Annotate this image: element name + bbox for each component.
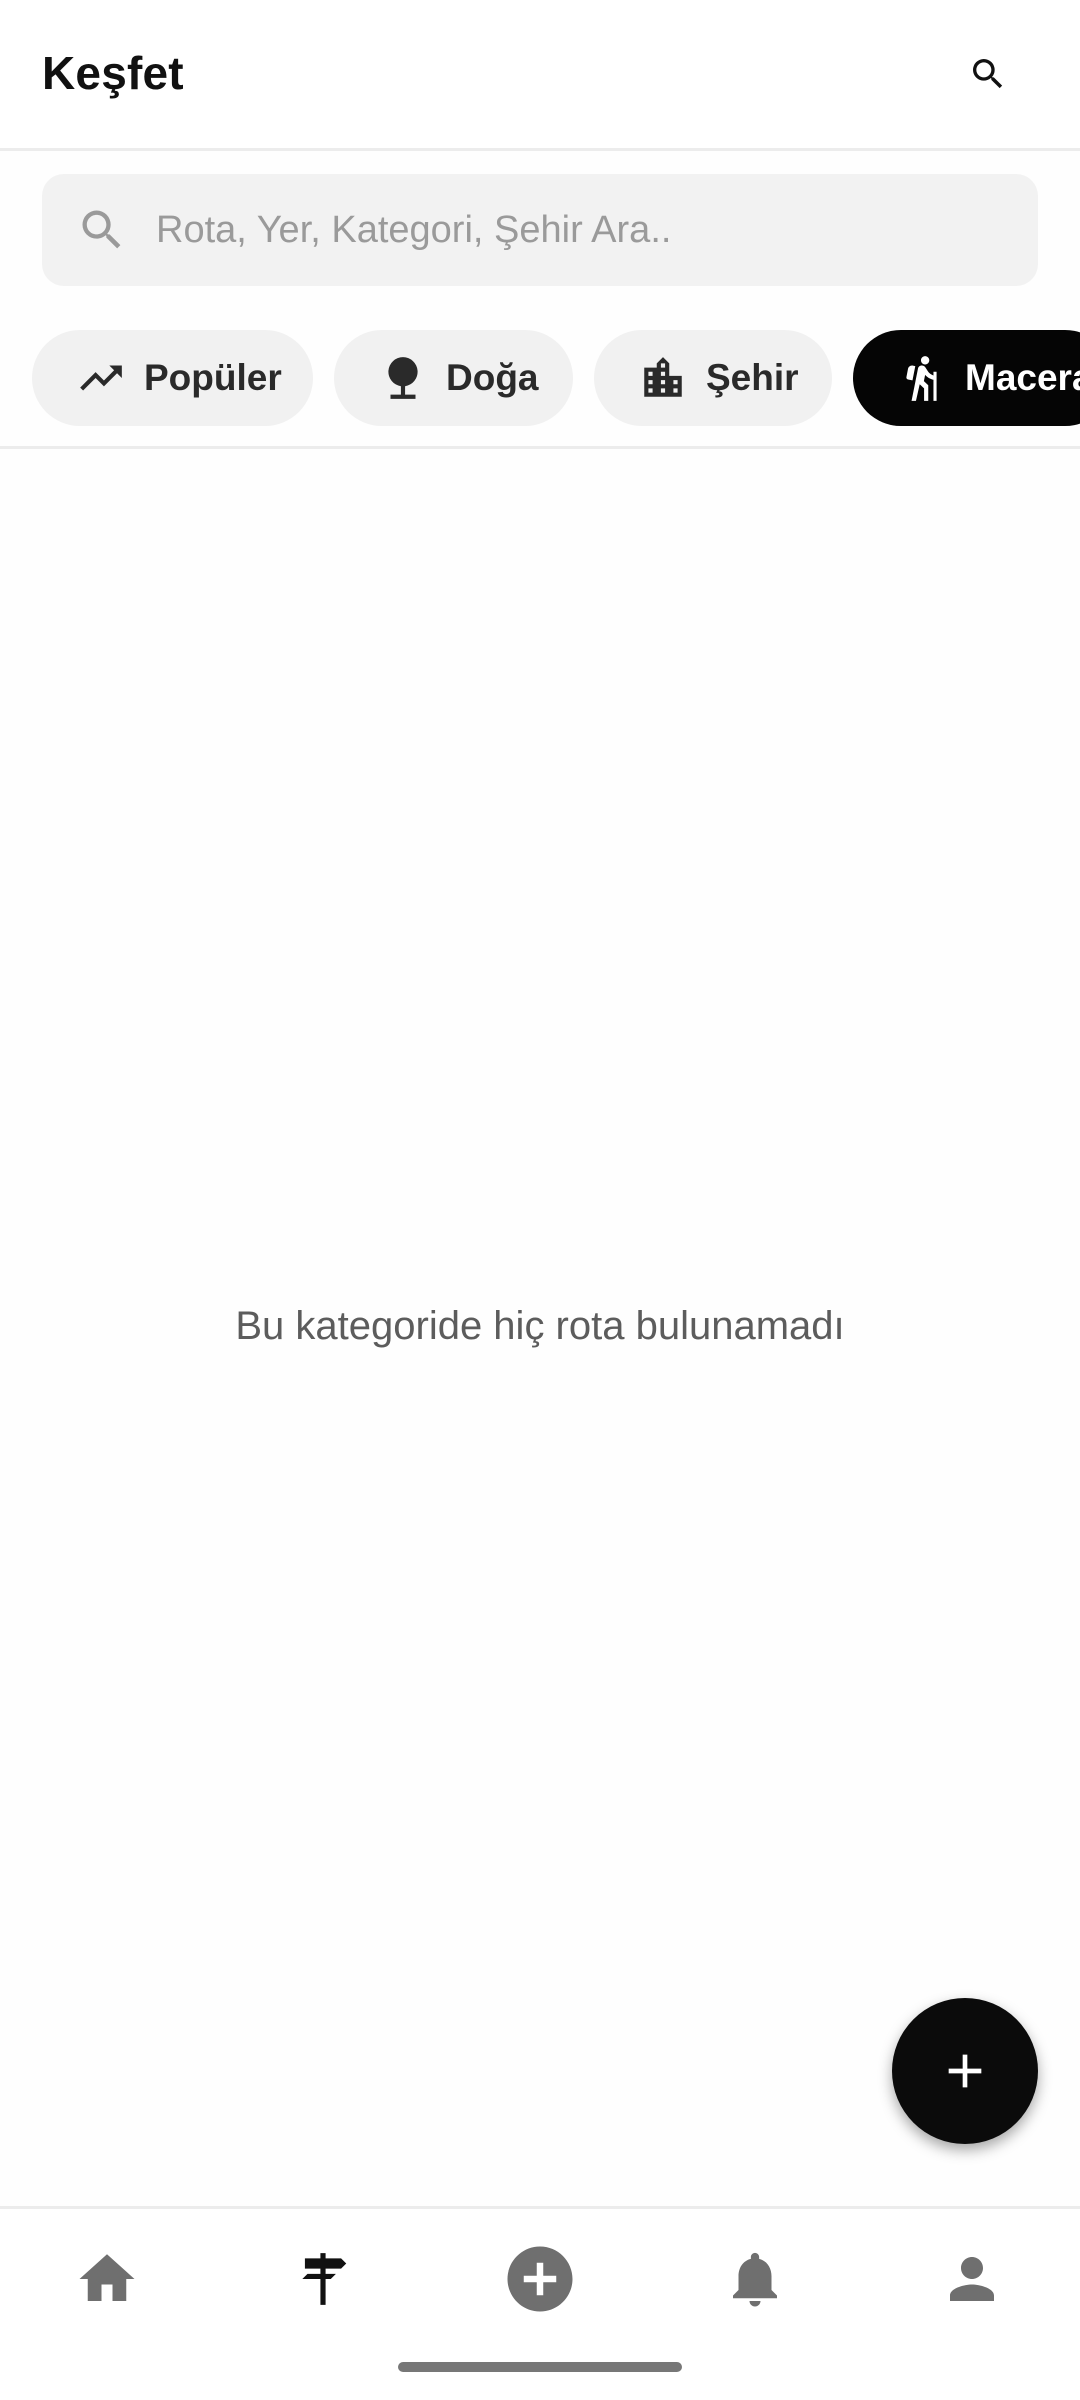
bell-icon: [733, 2252, 777, 2307]
nav-profile[interactable]: [922, 2229, 1022, 2329]
home-icon: [79, 2254, 135, 2301]
nav-notifications[interactable]: [705, 2229, 805, 2329]
chip-sehir[interactable]: Şehir: [594, 330, 832, 426]
search-icon: [82, 210, 121, 249]
app-bar: Keşfet: [0, 0, 1080, 151]
nav-create[interactable]: [490, 2229, 590, 2329]
empty-state-message: Bu kategoride hiç rota bulunamadı: [235, 1304, 845, 1348]
search-button[interactable]: [958, 44, 1018, 104]
chip-label: Macera: [965, 357, 1080, 398]
trending-up-icon: [76, 353, 126, 403]
city-icon: [638, 353, 688, 403]
plus-icon: [948, 2054, 982, 2088]
search-icon: [973, 59, 1003, 89]
chip-macera[interactable]: Macera: [853, 330, 1080, 426]
tree-icon: [378, 353, 428, 403]
chip-doga[interactable]: Doğa: [334, 330, 573, 426]
nav-home[interactable]: [57, 2229, 157, 2329]
page-title: Keşfet: [42, 47, 184, 99]
search-input[interactable]: [156, 174, 1016, 286]
chip-label: Doğa: [446, 357, 539, 398]
divider: [0, 446, 1080, 449]
chip-label: Popüler: [144, 357, 282, 398]
chip-populer[interactable]: Popüler: [32, 330, 313, 426]
hiking-icon: [897, 353, 947, 403]
explore-screen: Keşfet Popüler Doğa: [0, 0, 1080, 2400]
add-circle-icon: [507, 2246, 573, 2312]
nav-routes[interactable]: [273, 2229, 373, 2329]
chip-label: Şehir: [706, 357, 799, 398]
person-icon: [950, 2257, 994, 2301]
signpost-icon: [302, 2253, 347, 2305]
add-route-fab[interactable]: [892, 1998, 1038, 2144]
search-bar[interactable]: [42, 174, 1038, 286]
home-indicator[interactable]: [398, 2362, 682, 2372]
category-chips: Popüler Doğa Şehir Macera: [0, 330, 1080, 426]
